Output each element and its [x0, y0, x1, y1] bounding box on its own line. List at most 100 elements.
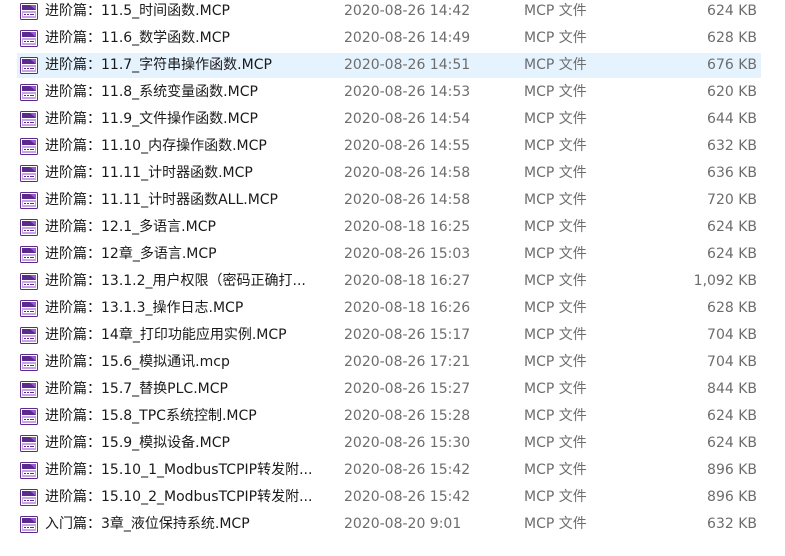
file-modified-date: 2020-08-26 14:51	[344, 57, 471, 73]
file-list: 进阶篇：11.5_时间函数.MCP 2020-08-26 14:42 MCP 文件 6…	[0, 0, 785, 538]
file-row[interactable]: 入门篇：3章_液位保持系统.MCP 2020-08-20 9:01 MCP 文件 63…	[0, 511, 785, 538]
file-row[interactable]: 进阶篇：12章_多语言.MCP 2020-08-26 15:03 MCP 文件 624…	[0, 241, 785, 268]
file-row[interactable]: 进阶篇：15.8_TPC系统控制.MCP 2020-08-26 15:28 MCP …	[0, 403, 785, 430]
file-name: 进阶篇：15.6_模拟通讯.mcp	[45, 354, 230, 370]
file-type: MCP 文件	[524, 381, 587, 397]
mcp-file-icon	[20, 327, 38, 344]
file-name: 进阶篇：15.10_1_ModbusTCPIP转发附...	[45, 462, 313, 478]
file-row[interactable]: 进阶篇：11.5_时间函数.MCP 2020-08-26 14:42 MCP 文件 6…	[0, 0, 785, 25]
file-name: 进阶篇：11.9_文件操作函数.MCP	[45, 111, 258, 127]
file-size: 720 KB	[707, 192, 757, 208]
file-row[interactable]: 进阶篇：11.11_计时器函数ALL.MCP 2020-08-26 14:58 MC…	[0, 187, 785, 214]
file-size: 844 KB	[707, 381, 757, 397]
mcp-file-icon	[20, 381, 38, 398]
file-modified-date: 2020-08-26 15:17	[344, 327, 471, 343]
file-modified-date: 2020-08-26 14:42	[344, 3, 471, 19]
file-size: 1,092 KB	[693, 273, 757, 289]
file-row[interactable]: 进阶篇：15.10_1_ModbusTCPIP转发附... 2020-08-26 …	[0, 457, 785, 484]
file-modified-date: 2020-08-26 15:27	[344, 381, 471, 397]
file-modified-date: 2020-08-26 17:21	[344, 354, 471, 370]
file-size: 628 KB	[707, 30, 757, 46]
file-type: MCP 文件	[524, 57, 587, 73]
file-type: MCP 文件	[524, 219, 587, 235]
file-row[interactable]: 进阶篇：15.10_2_ModbusTCPIP转发附... 2020-08-26 …	[0, 484, 785, 511]
mcp-file-icon	[20, 435, 38, 452]
file-row[interactable]: 进阶篇：15.7_替换PLC.MCP 2020-08-26 15:27 MCP 文件…	[0, 376, 785, 403]
file-name: 进阶篇：12章_多语言.MCP	[45, 246, 217, 262]
file-type: MCP 文件	[524, 327, 587, 343]
file-type: MCP 文件	[524, 435, 587, 451]
file-name: 进阶篇：11.11_计时器函数.MCP	[45, 165, 253, 181]
mcp-file-icon	[20, 300, 38, 317]
file-type: MCP 文件	[524, 516, 587, 532]
file-size: 632 KB	[707, 138, 757, 154]
mcp-file-icon	[20, 84, 38, 101]
file-type: MCP 文件	[524, 300, 587, 316]
file-type: MCP 文件	[524, 192, 587, 208]
file-size: 620 KB	[707, 84, 757, 100]
file-row[interactable]: 进阶篇：12.1_多语言.MCP 2020-08-18 16:25 MCP 文件 62…	[0, 214, 785, 241]
file-modified-date: 2020-08-26 15:28	[344, 408, 471, 424]
file-size: 624 KB	[707, 408, 757, 424]
file-name: 进阶篇：11.5_时间函数.MCP	[45, 3, 230, 19]
file-type: MCP 文件	[524, 111, 587, 127]
file-row[interactable]: 进阶篇：13.1.2_用户权限（密码正确打... 2020-08-18 16:27…	[0, 268, 785, 295]
file-type: MCP 文件	[524, 354, 587, 370]
file-name: 进阶篇：11.6_数学函数.MCP	[45, 30, 230, 46]
mcp-file-icon	[20, 219, 38, 236]
file-modified-date: 2020-08-18 16:25	[344, 219, 471, 235]
file-size: 636 KB	[707, 165, 757, 181]
file-row[interactable]: 进阶篇：14章_打印功能应用实例.MCP 2020-08-26 15:17 MCP …	[0, 322, 785, 349]
file-size: 704 KB	[707, 354, 757, 370]
file-row[interactable]: 进阶篇：11.9_文件操作函数.MCP 2020-08-26 14:54 MCP 文…	[0, 106, 785, 133]
file-row[interactable]: 进阶篇：11.10_内存操作函数.MCP 2020-08-26 14:55 MCP …	[0, 133, 785, 160]
file-size: 628 KB	[707, 300, 757, 316]
file-size: 644 KB	[707, 111, 757, 127]
file-row[interactable]: 进阶篇：11.11_计时器函数.MCP 2020-08-26 14:58 MCP 文…	[0, 160, 785, 187]
file-size: 704 KB	[707, 327, 757, 343]
mcp-file-icon	[20, 111, 38, 128]
file-modified-date: 2020-08-26 15:42	[344, 489, 471, 505]
mcp-file-icon	[20, 165, 38, 182]
file-modified-date: 2020-08-26 14:49	[344, 30, 471, 46]
file-size: 896 KB	[707, 462, 757, 478]
file-modified-date: 2020-08-26 14:58	[344, 192, 471, 208]
file-name: 进阶篇：13.1.2_用户权限（密码正确打...	[45, 273, 306, 289]
file-name: 进阶篇：11.7_字符串操作函数.MCP	[45, 57, 272, 73]
file-size: 624 KB	[707, 3, 757, 19]
file-type: MCP 文件	[524, 462, 587, 478]
mcp-file-icon	[20, 246, 38, 263]
file-row[interactable]: 进阶篇：13.1.3_操作日志.MCP 2020-08-18 16:26 MCP 文…	[0, 295, 785, 322]
file-name: 进阶篇：15.8_TPC系统控制.MCP	[45, 408, 257, 424]
file-modified-date: 2020-08-20 9:01	[344, 516, 462, 532]
mcp-file-icon	[20, 3, 38, 20]
file-type: MCP 文件	[524, 3, 587, 19]
file-type: MCP 文件	[524, 165, 587, 181]
file-modified-date: 2020-08-26 15:30	[344, 435, 471, 451]
file-name: 进阶篇：12.1_多语言.MCP	[45, 219, 216, 235]
file-size: 624 KB	[707, 219, 757, 235]
file-modified-date: 2020-08-26 14:54	[344, 111, 471, 127]
file-row[interactable]: 进阶篇：11.6_数学函数.MCP 2020-08-26 14:49 MCP 文件 6…	[0, 25, 785, 52]
file-name: 入门篇：3章_液位保持系统.MCP	[45, 516, 250, 532]
mcp-file-icon	[20, 354, 38, 371]
file-row[interactable]: 进阶篇：15.6_模拟通讯.mcp 2020-08-26 17:21 MCP 文件 7…	[0, 349, 785, 376]
mcp-file-icon	[20, 489, 38, 506]
file-modified-date: 2020-08-26 15:42	[344, 462, 471, 478]
file-size: 632 KB	[707, 516, 757, 532]
file-type: MCP 文件	[524, 408, 587, 424]
file-modified-date: 2020-08-18 16:26	[344, 300, 471, 316]
file-type: MCP 文件	[524, 30, 587, 46]
file-size: 896 KB	[707, 489, 757, 505]
mcp-file-icon	[20, 408, 38, 425]
file-name: 进阶篇：11.11_计时器函数ALL.MCP	[45, 192, 279, 208]
file-row[interactable]: 进阶篇：15.9_模拟设备.MCP 2020-08-26 15:30 MCP 文件 6…	[0, 430, 785, 457]
file-row[interactable]: 进阶篇：11.7_字符串操作函数.MCP 2020-08-26 14:51 MCP …	[0, 52, 785, 79]
file-name: 进阶篇：15.9_模拟设备.MCP	[45, 435, 230, 451]
file-modified-date: 2020-08-26 15:03	[344, 246, 471, 262]
file-name: 进阶篇：11.8_系统变量函数.MCP	[45, 84, 258, 100]
file-row[interactable]: 进阶篇：11.8_系统变量函数.MCP 2020-08-26 14:53 MCP 文…	[0, 79, 785, 106]
file-size: 624 KB	[707, 246, 757, 262]
file-modified-date: 2020-08-26 14:58	[344, 165, 471, 181]
file-name: 进阶篇：14章_打印功能应用实例.MCP	[45, 327, 287, 343]
